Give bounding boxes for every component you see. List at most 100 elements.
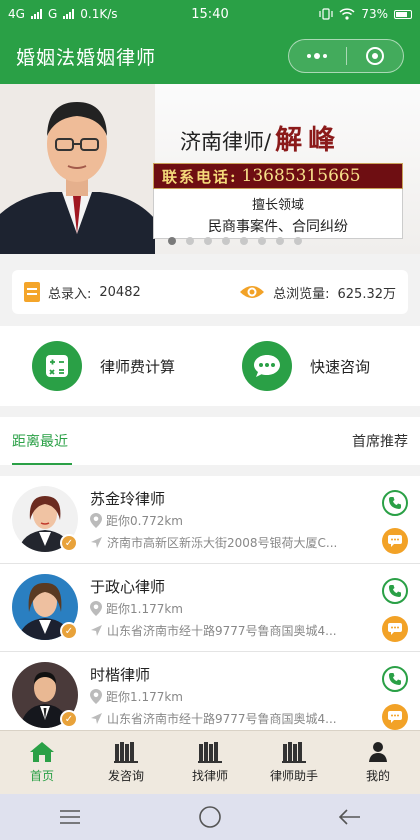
message-icon (388, 535, 402, 547)
network-label: 4G (8, 7, 25, 21)
lawyer-distance: 距你1.177km (90, 688, 183, 705)
banner-phone: 联系电话: 13685315665 (153, 163, 403, 189)
tab-nearest[interactable]: 距离最近 (12, 417, 72, 465)
document-icon (24, 282, 40, 302)
battery-percent: 73% (361, 7, 388, 21)
address-text: 山东省济南市经十路9777号鲁商国奥城4... (107, 624, 337, 638)
target-icon (365, 47, 384, 65)
fee-calculator-button[interactable]: 律师费计算 (0, 326, 210, 406)
more-button[interactable] (289, 40, 346, 72)
records-label: 总录入: (48, 286, 92, 302)
pager-dot[interactable] (276, 237, 284, 245)
lawyer-distance: 距你0.772km (90, 512, 183, 529)
lawyer-name: 苏金玲律师 (90, 490, 166, 508)
tab-lawyer-assistant-label: 律师助手 (269, 769, 318, 783)
message-icon (388, 711, 402, 723)
phone-icon (389, 497, 401, 509)
pager-dot[interactable] (186, 237, 194, 245)
quick-consult-label: 快速咨询 (310, 357, 371, 376)
miniapp-capsule (288, 39, 404, 73)
message-button[interactable] (382, 704, 408, 730)
list-tabs: 距离最近 首席推荐 (0, 417, 420, 465)
call-button[interactable] (382, 666, 408, 692)
banner-name: 济南律师/ 解峰 (180, 118, 341, 157)
message-button[interactable] (382, 528, 408, 554)
network2-label: G (47, 7, 58, 21)
navigation-arrow-icon (91, 713, 102, 724)
lawyer-address: 山东省济南市经十路9777号鲁商国奥城4... (90, 710, 374, 727)
tab-mine[interactable]: 我的 (336, 731, 420, 794)
list-item[interactable]: ✓ 于政心律师 距你1.177km 山东省济南市经十路9777号鲁商国奥城4..… (0, 564, 420, 652)
lawyer-name: 时楷律师 (90, 666, 151, 684)
tab-home-label: 首页 (29, 769, 54, 783)
menu-icon[interactable] (59, 810, 81, 824)
lawyer-banner[interactable]: 济南律师/ 解峰 联系电话: 13685315665 擅长领域 民商事案件、合同… (0, 84, 420, 254)
system-nav-bar (0, 794, 420, 840)
more-dots-icon (307, 53, 328, 59)
verified-badge-icon: ✓ (60, 534, 78, 552)
eye-icon (240, 286, 265, 298)
views-label: 总浏览量: (273, 286, 330, 302)
tab-find-lawyer[interactable]: 找律师 (168, 731, 252, 794)
tab-recommend[interactable]: 首席推荐 (352, 431, 408, 451)
tab-mine-label: 我的 (365, 769, 390, 783)
phone-number: 13685315665 (241, 166, 361, 186)
records-value: 20482 (99, 284, 141, 300)
call-button[interactable] (382, 490, 408, 516)
signal-icon (30, 9, 42, 19)
list-item[interactable]: ✓ 苏金玲律师 距你0.772km 济南市高新区新泺大街2008号银荷大厦C..… (0, 476, 420, 564)
pager-dot[interactable] (258, 237, 266, 245)
books-icon (282, 742, 306, 763)
tab-home[interactable]: 首页 (0, 731, 84, 794)
distance-text: 距你1.177km (106, 602, 183, 616)
books-icon (114, 742, 138, 763)
pager-dot[interactable] (204, 237, 212, 245)
views-value: 625.32万 (337, 286, 397, 302)
banner-lawyer-name: 解峰 (275, 125, 342, 156)
close-miniapp-button[interactable] (347, 40, 404, 72)
distance-text: 距你0.772km (106, 514, 183, 528)
lawyer-address: 山东省济南市经十路9777号鲁商国奥城4... (90, 622, 374, 639)
location-pin-icon (90, 601, 102, 616)
location-pin-icon (90, 513, 102, 528)
location-pin-icon (90, 689, 102, 704)
distance-text: 距你1.177km (106, 690, 183, 704)
address-text: 山东省济南市经十路9777号鲁商国奥城4... (107, 712, 337, 726)
banner-name-prefix: 济南律师/ (180, 130, 272, 154)
specialty-title: 擅长领域 (251, 198, 304, 213)
battery-icon (394, 9, 412, 19)
quick-consult-button[interactable]: 快速咨询 (210, 326, 420, 406)
app-header: 婚姻法婚姻律师 (0, 28, 420, 84)
user-icon (369, 742, 387, 762)
navigation-arrow-icon (91, 625, 102, 636)
specialty-text: 民商事案件、合同纠纷 (208, 219, 348, 235)
phone-icon (389, 585, 401, 597)
list-item[interactable]: ✓ 时楷律师 距你1.177km 山东省济南市经十路9777号鲁商国奥城4... (0, 652, 420, 730)
home-circle-icon[interactable] (198, 805, 222, 829)
back-icon[interactable] (339, 809, 361, 825)
quick-actions: 律师费计算 快速咨询 (0, 326, 420, 406)
home-icon (30, 742, 54, 762)
call-button[interactable] (382, 578, 408, 604)
navigation-arrow-icon (91, 537, 102, 548)
address-text: 济南市高新区新泺大街2008号银荷大厦C... (107, 536, 338, 550)
tab-consult-label: 发咨询 (107, 769, 144, 783)
phone-label: 联系电话: (162, 167, 238, 186)
net-speed: 0.1K/s (80, 7, 118, 21)
pager-dot[interactable] (240, 237, 248, 245)
pager-dot[interactable] (294, 237, 302, 245)
lawyer-distance: 距你1.177km (90, 600, 183, 617)
status-bar: 4G G 0.1K/s 15:40 73% (0, 0, 420, 28)
lawyer-list: ✓ 苏金玲律师 距你0.772km 济南市高新区新泺大街2008号银荷大厦C..… (0, 476, 420, 730)
phone-icon (389, 673, 401, 685)
vibrate-icon (319, 8, 333, 20)
banner-pager (168, 237, 302, 245)
tab-lawyer-assistant[interactable]: 律师助手 (252, 731, 336, 794)
verified-badge-icon: ✓ (60, 710, 78, 728)
tab-consult[interactable]: 发咨询 (84, 731, 168, 794)
pager-dot[interactable] (222, 237, 230, 245)
lawyer-name: 于政心律师 (90, 578, 166, 596)
pager-dot[interactable] (168, 237, 176, 245)
books-icon (198, 742, 222, 763)
message-button[interactable] (382, 616, 408, 642)
